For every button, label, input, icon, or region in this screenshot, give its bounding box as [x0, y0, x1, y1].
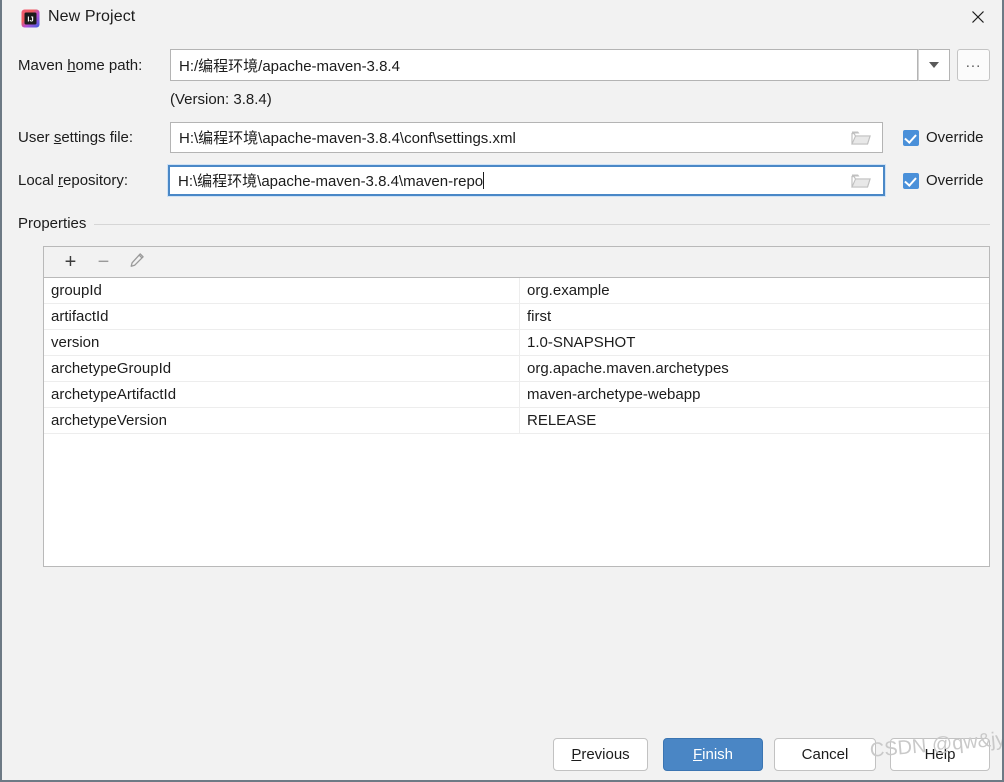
remove-property-button[interactable]: −	[87, 248, 120, 276]
chevron-down-icon	[929, 62, 939, 68]
table-row[interactable]: version 1.0-SNAPSHOT	[44, 330, 989, 356]
local-repository-override-checkbox[interactable]: Override	[903, 172, 984, 189]
property-key: archetypeVersion	[44, 408, 520, 433]
table-row[interactable]: archetypeVersion RELEASE	[44, 408, 989, 434]
checkbox-checked-icon	[903, 172, 919, 189]
local-repository-input[interactable]: H:\编程环境\apache-maven-3.8.4\maven-repo	[167, 164, 886, 197]
table-row[interactable]: archetypeGroupId org.apache.maven.archet…	[44, 356, 989, 382]
maven-home-path-input[interactable]: H:/编程环境/apache-maven-3.8.4	[170, 49, 918, 81]
property-key: archetypeGroupId	[44, 356, 520, 381]
property-value: org.apache.maven.archetypes	[527, 360, 729, 377]
user-settings-file-value: H:\编程环境\apache-maven-3.8.4\conf\settings…	[179, 130, 516, 147]
properties-group-divider	[18, 224, 990, 225]
help-button[interactable]: Help	[890, 738, 990, 771]
new-project-dialog: IJ New Project Maven home path: H:/编程环境/…	[0, 0, 1004, 782]
properties-table-panel: + − groupId org.example artifactId first…	[43, 246, 990, 567]
cancel-button-label: Cancel	[801, 746, 849, 763]
help-button-label: Help	[924, 746, 956, 763]
svg-text:IJ: IJ	[27, 14, 33, 23]
maven-home-path-label: Maven home path:	[18, 57, 143, 74]
text-caret	[483, 172, 485, 189]
maven-version-note: (Version: 3.8.4)	[170, 91, 272, 108]
intellij-idea-icon: IJ	[21, 9, 40, 28]
property-key: version	[44, 330, 520, 355]
local-repository-override-label: Override	[926, 172, 984, 189]
cancel-button[interactable]: Cancel	[774, 738, 876, 771]
previous-button[interactable]: Previous	[553, 738, 648, 771]
property-key: artifactId	[44, 304, 520, 329]
local-repository-value: H:\编程环境\apache-maven-3.8.4\maven-repo	[178, 173, 484, 190]
close-icon[interactable]	[954, 0, 1002, 34]
user-settings-file-label: User settings file:	[18, 129, 134, 146]
local-repository-label: Local repository:	[18, 172, 129, 189]
property-key: groupId	[44, 278, 520, 303]
property-value: org.example	[527, 282, 610, 299]
maven-home-path-value: H:/编程环境/apache-maven-3.8.4	[179, 57, 400, 75]
minus-icon: −	[97, 251, 110, 273]
add-property-button[interactable]: +	[54, 248, 87, 276]
browse-button-label: ...	[965, 53, 982, 71]
finish-button[interactable]: Finish	[663, 738, 763, 771]
local-repository-folder-icon[interactable]	[847, 167, 875, 194]
plus-icon: +	[64, 251, 77, 273]
user-settings-override-checkbox[interactable]: Override	[903, 129, 984, 146]
property-value: RELEASE	[527, 412, 597, 429]
properties-table-body: groupId org.example artifactId first ver…	[44, 278, 989, 434]
properties-table-toolbar: + −	[44, 247, 989, 278]
table-row[interactable]: groupId org.example	[44, 278, 989, 304]
user-settings-override-label: Override	[926, 129, 984, 146]
property-value: maven-archetype-webapp	[527, 386, 701, 403]
properties-group-label: Properties	[18, 215, 95, 232]
table-row[interactable]: artifactId first	[44, 304, 989, 330]
user-settings-file-input[interactable]: H:\编程环境\apache-maven-3.8.4\conf\settings…	[170, 122, 883, 153]
edit-property-button[interactable]	[120, 248, 153, 276]
title-bar: IJ New Project	[2, 0, 1002, 38]
property-value: 1.0-SNAPSHOT	[527, 334, 636, 351]
checkbox-checked-icon	[903, 129, 919, 146]
property-value: first	[527, 308, 552, 325]
user-settings-file-folder-icon[interactable]	[847, 124, 875, 151]
dialog-title: New Project	[48, 8, 136, 25]
pencil-icon	[129, 252, 145, 273]
maven-home-path-browse-button[interactable]: ...	[957, 49, 990, 81]
property-key: archetypeArtifactId	[44, 382, 520, 407]
table-row[interactable]: archetypeArtifactId maven-archetype-weba…	[44, 382, 989, 408]
maven-home-path-dropdown-chevron-down-icon[interactable]	[918, 49, 950, 81]
